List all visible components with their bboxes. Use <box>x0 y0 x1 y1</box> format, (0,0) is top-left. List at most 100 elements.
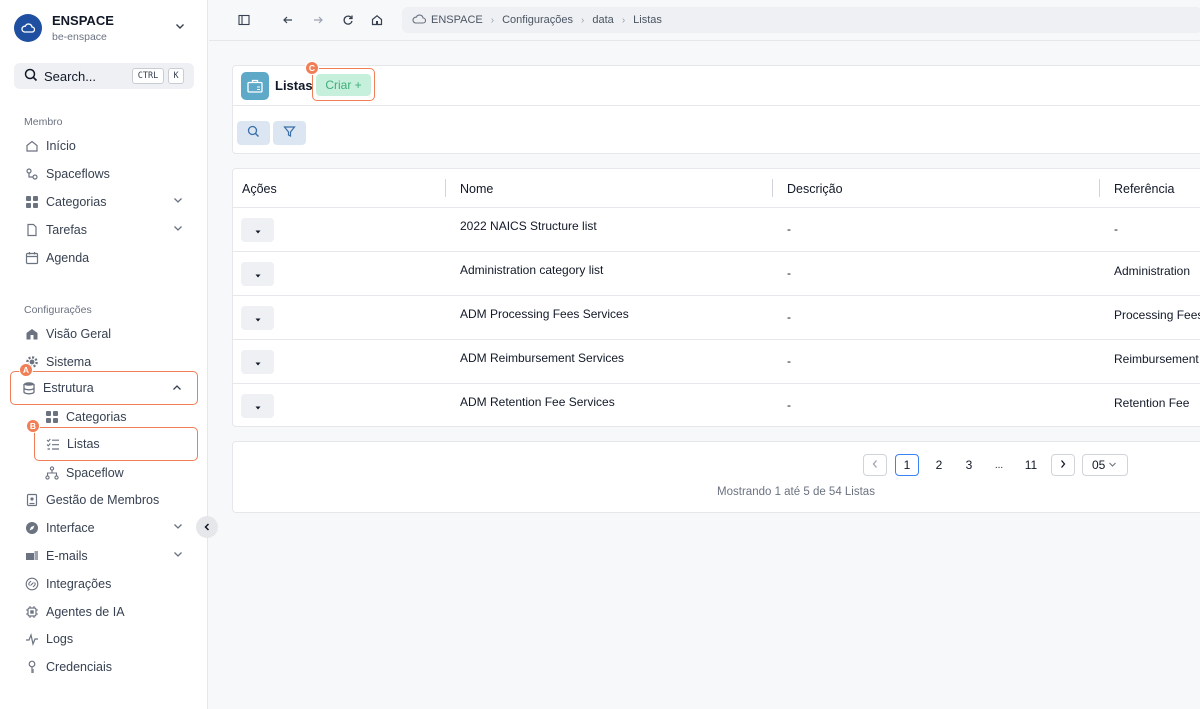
forward-arrow-icon[interactable] <box>311 13 325 27</box>
row-actions-button[interactable] <box>241 218 274 242</box>
table-row[interactable]: 2022 NAICS Structure list - - <box>233 207 1200 251</box>
sidebar-item-spaceflow[interactable]: Spaceflow <box>34 461 198 485</box>
sidebar-item-spaceflows[interactable]: Spaceflows <box>14 162 198 186</box>
chevron-down-icon <box>172 548 184 563</box>
chevron-down-icon <box>172 520 184 535</box>
create-button[interactable]: Criar + <box>316 74 371 96</box>
cell-reference: - <box>1114 222 1118 236</box>
sidebar-item-visao-geral[interactable]: Visão Geral <box>14 322 198 346</box>
annotation-badge-a: A <box>19 363 33 377</box>
page-title: Listas <box>275 78 313 93</box>
search-icon <box>24 68 38 85</box>
sidebar-item-integracoes[interactable]: Integrações <box>14 572 198 596</box>
chevron-left-icon <box>871 458 879 472</box>
column-header-reference[interactable]: Referência <box>1114 182 1174 196</box>
sidebar-collapse-button[interactable] <box>196 516 218 538</box>
table-row[interactable]: Administration category list - Administr… <box>233 251 1200 295</box>
calendar-icon <box>24 250 40 266</box>
sidebar-item-inicio[interactable]: Início <box>14 134 198 158</box>
cell-reference: Administration <box>1114 264 1191 278</box>
pagination-panel: 1 2 3 ... 11 05 Mostrando 1 até 5 de 54 … <box>232 441 1200 513</box>
search-toggle-button[interactable] <box>237 121 270 145</box>
back-arrow-icon[interactable] <box>281 13 295 27</box>
sidebar-item-agentes-ia[interactable]: Agentes de IA <box>14 600 198 624</box>
sidebar-item-interface[interactable]: Interface <box>14 516 198 540</box>
chevron-down-icon <box>172 194 184 209</box>
table-row[interactable]: ADM Processing Fees Services - Processin… <box>233 295 1200 339</box>
home-icon[interactable] <box>370 13 384 27</box>
search-button[interactable]: Search... CTRL K <box>14 63 194 89</box>
breadcrumb: ENSPACE › Configurações › data › Listas <box>402 7 1200 33</box>
briefcase-icon <box>241 72 269 100</box>
breadcrumb-item[interactable]: data <box>592 14 613 26</box>
sidebar-item-logs[interactable]: Logs <box>14 627 198 651</box>
breadcrumb-item[interactable]: Listas <box>633 14 662 26</box>
chevron-down-icon <box>174 20 186 35</box>
cloud-logo-icon <box>14 14 42 42</box>
cell-reference: Retention Fee <box>1114 396 1190 410</box>
sidebar-item-label: Listas <box>67 437 100 451</box>
caret-down-icon <box>254 355 262 370</box>
building-icon <box>24 326 40 342</box>
row-actions-button[interactable] <box>241 350 274 374</box>
chevron-down-icon <box>1108 458 1117 472</box>
column-header-name[interactable]: Nome <box>460 182 493 196</box>
prev-page-button[interactable] <box>863 454 887 476</box>
reload-icon[interactable] <box>341 13 355 27</box>
sidebar-item-emails[interactable]: E-mails <box>14 544 198 568</box>
sidebar-item-label: Credenciais <box>46 660 113 674</box>
page-size-select[interactable]: 05 <box>1082 454 1128 476</box>
sidebar-item-categorias-sub[interactable]: Categorias <box>34 405 198 429</box>
table-row[interactable]: ADM Reimbursement Services - Reimburseme… <box>233 339 1200 383</box>
home-icon <box>24 138 40 154</box>
caret-down-icon <box>254 311 262 326</box>
sidebar-item-label: Interface <box>46 521 95 535</box>
row-actions-button[interactable] <box>241 262 274 286</box>
breadcrumb-item[interactable]: ENSPACE <box>431 14 483 26</box>
page-button[interactable]: 2 <box>927 454 951 476</box>
sidebar-toggle-icon[interactable] <box>237 13 251 27</box>
cell-reference: Processing Fees <box>1114 308 1200 322</box>
row-actions-button[interactable] <box>241 394 274 418</box>
lists-table: Ações Nome Descrição Referência 2022 NAI… <box>232 168 1200 427</box>
sidebar-item-label: Tarefas <box>46 223 87 237</box>
pulse-icon <box>24 631 40 647</box>
column-divider <box>772 179 773 197</box>
sidebar-item-label: Spaceflow <box>66 466 124 480</box>
sidebar-item-listas[interactable]: Listas <box>34 427 198 461</box>
cell-description: - <box>787 266 791 280</box>
sidebar-item-label: Visão Geral <box>46 327 112 341</box>
chevron-right-icon: › <box>621 14 626 26</box>
column-divider <box>1099 179 1100 197</box>
page-button[interactable]: 11 <box>1019 454 1043 476</box>
next-page-button[interactable] <box>1051 454 1075 476</box>
breadcrumb-item[interactable]: Configurações <box>502 14 573 26</box>
chevron-up-icon <box>171 382 183 397</box>
column-header-description[interactable]: Descrição <box>787 182 843 196</box>
workspace-switcher[interactable]: ENSPACE be-enspace <box>14 10 194 46</box>
sidebar-item-label: Estrutura <box>43 381 94 395</box>
chevron-down-icon <box>172 222 184 237</box>
sidebar-item-agenda[interactable]: Agenda <box>14 246 198 270</box>
sidebar-item-label: Início <box>46 139 76 153</box>
sidebar-item-gestao-membros[interactable]: Gestão de Membros <box>14 488 198 512</box>
cell-description: - <box>787 398 791 412</box>
annotation-badge-b: B <box>26 419 40 433</box>
page-button[interactable]: 3 <box>957 454 981 476</box>
sidebar-item-estrutura[interactable]: Estrutura <box>10 371 198 405</box>
sidebar-item-label: E-mails <box>46 549 88 563</box>
sidebar-item-categorias[interactable]: Categorias <box>14 190 198 214</box>
sidebar-item-credenciais[interactable]: Credenciais <box>14 655 198 679</box>
sidebar-item-label: Agenda <box>46 251 90 265</box>
row-actions-button[interactable] <box>241 306 274 330</box>
table-row[interactable]: ADM Retention Fee Services - Retention F… <box>233 383 1200 427</box>
database-icon <box>21 380 37 396</box>
caret-down-icon <box>254 399 262 414</box>
filter-button[interactable] <box>273 121 306 145</box>
shortcut-key-ctrl: CTRL <box>132 68 164 84</box>
page-button-current[interactable]: 1 <box>895 454 919 476</box>
sidebar-item-tarefas[interactable]: Tarefas <box>14 218 198 242</box>
caret-down-icon <box>254 267 262 282</box>
link-icon <box>24 576 40 592</box>
grid-icon <box>44 409 60 425</box>
